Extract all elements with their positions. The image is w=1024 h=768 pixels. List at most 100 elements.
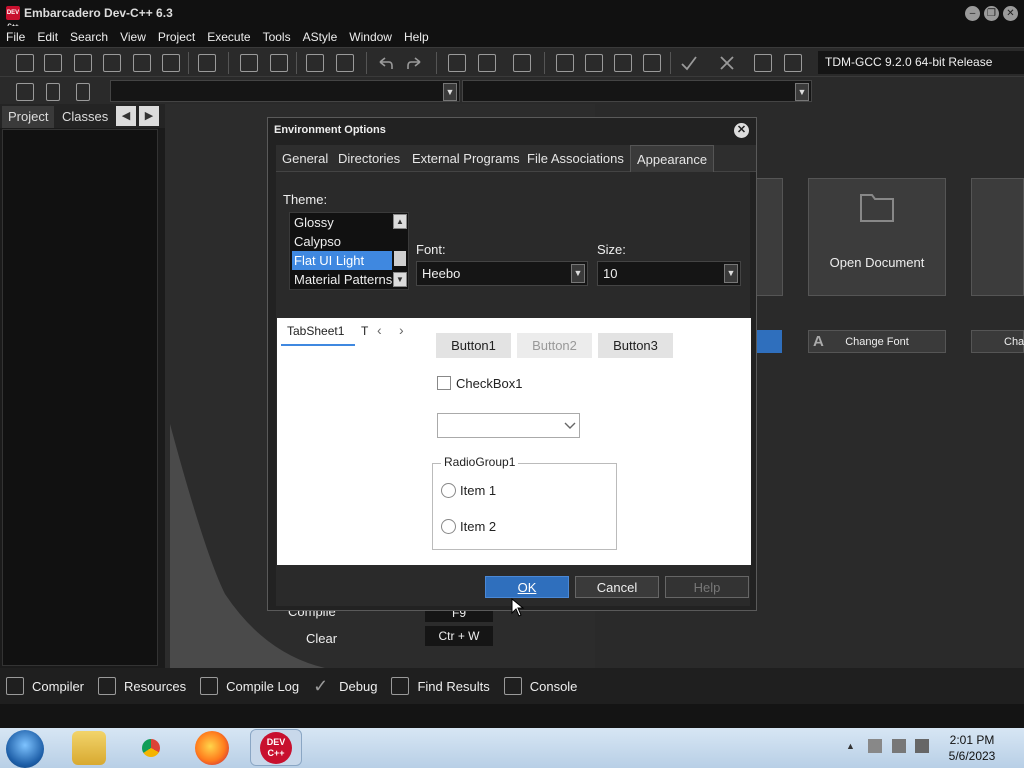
close-all-icon[interactable] <box>162 54 180 72</box>
minimize-button[interactable]: – <box>965 6 980 21</box>
replace-icon[interactable] <box>270 54 288 72</box>
menu-execute[interactable]: Execute <box>201 30 256 44</box>
tab-general[interactable]: General <box>276 145 334 172</box>
theme-item[interactable]: Glossy <box>294 213 394 232</box>
preview-combobox[interactable] <box>437 413 580 438</box>
menu-search[interactable]: Search <box>64 30 114 44</box>
new-project-icon[interactable] <box>448 54 466 72</box>
network-icon[interactable] <box>892 739 906 753</box>
goto-icon[interactable] <box>16 83 34 101</box>
comment-icon[interactable] <box>513 54 531 72</box>
menu-window[interactable]: Window <box>343 30 398 44</box>
profile-icon[interactable] <box>754 54 772 72</box>
menu-edit[interactable]: Edit <box>31 30 64 44</box>
new-file-icon[interactable] <box>16 54 34 72</box>
stop-execution-icon[interactable] <box>718 54 736 72</box>
theme-listbox[interactable]: Glossy Calypso Flat UI Light Material Pa… <box>289 212 409 290</box>
scroll-up-icon[interactable]: ▲ <box>393 214 407 229</box>
save-icon[interactable] <box>74 54 92 72</box>
open-document-tile[interactable]: Open Document <box>808 178 946 296</box>
restore-button[interactable]: ❐ <box>984 6 999 21</box>
project-tree[interactable] <box>2 129 158 666</box>
tab-scroll-right-icon[interactable]: ▶ <box>139 106 159 126</box>
tab-file-associations[interactable]: File Associations <box>521 145 630 172</box>
chevron-down-icon[interactable]: ▼ <box>795 83 809 101</box>
compiler-select[interactable]: TDM-GCC 9.2.0 64-bit Release <box>818 51 1024 74</box>
ok-button[interactable]: OK <box>485 576 569 598</box>
menu-astyle[interactable]: AStyle <box>297 30 344 44</box>
run-icon[interactable] <box>585 54 603 72</box>
chrome-icon[interactable] <box>134 731 168 765</box>
start-button[interactable] <box>6 730 44 768</box>
theme-item-selected[interactable]: Flat UI Light <box>292 251 392 270</box>
tab-console[interactable]: Console <box>498 668 586 704</box>
chevron-down-icon[interactable]: ▼ <box>724 264 738 283</box>
menu-tools[interactable]: Tools <box>257 30 297 44</box>
bookmark-icon[interactable] <box>46 83 60 101</box>
menu-project[interactable]: Project <box>152 30 201 44</box>
chevron-left-icon[interactable]: ‹ <box>377 322 382 338</box>
font-select[interactable]: Heebo ▼ <box>416 261 588 286</box>
unindent-icon[interactable] <box>336 54 354 72</box>
syntax-check-icon[interactable] <box>680 54 698 72</box>
volume-icon[interactable] <box>915 739 929 753</box>
tab-debug[interactable]: ✓ Debug <box>307 668 385 704</box>
redo-icon[interactable] <box>406 54 424 72</box>
indent-icon[interactable] <box>306 54 324 72</box>
welcome-partial-button[interactable]: Cha <box>971 330 1024 353</box>
welcome-tile-right-partial[interactable] <box>971 178 1024 296</box>
tab-find-results[interactable]: Find Results <box>385 668 497 704</box>
radio-item2[interactable] <box>441 519 456 534</box>
chevron-down-icon[interactable]: ▼ <box>443 83 457 101</box>
tab-directories[interactable]: Directories <box>332 145 406 172</box>
preview-button1[interactable]: Button1 <box>436 333 511 358</box>
tab-classes[interactable]: Classes <box>56 106 114 128</box>
preview-tabsheet[interactable]: TabSheet1 <box>287 324 344 338</box>
bookmark-toggle-icon[interactable] <box>76 83 90 101</box>
compile-icon[interactable] <box>556 54 574 72</box>
tab-scroll-left-icon[interactable]: ◀ <box>116 106 136 126</box>
theme-item[interactable]: Calypso <box>294 232 394 251</box>
menu-help[interactable]: Help <box>398 30 435 44</box>
open-file-icon[interactable] <box>44 54 62 72</box>
theme-item[interactable]: Material Patterns <box>294 270 394 289</box>
save-all-icon[interactable] <box>103 54 121 72</box>
function-combo[interactable]: ▼ <box>462 80 812 102</box>
undo-icon[interactable] <box>376 54 394 72</box>
tab-project[interactable]: Project <box>2 106 55 128</box>
preview-checkbox[interactable] <box>437 376 451 390</box>
remove-file-icon[interactable] <box>478 54 496 72</box>
preview-button3[interactable]: Button3 <box>598 333 673 358</box>
tab-external-programs[interactable]: External Programs <box>406 145 526 172</box>
change-font-button[interactable]: A Change Font <box>808 330 946 353</box>
menu-file[interactable]: File <box>0 30 31 44</box>
system-clock[interactable]: 2:01 PM 5/6/2023 <box>944 732 1000 764</box>
delete-profile-icon[interactable] <box>784 54 802 72</box>
tab-appearance[interactable]: Appearance <box>630 145 715 172</box>
print-icon[interactable] <box>198 54 216 72</box>
preview-tab-partial[interactable]: T <box>361 324 368 338</box>
scroll-thumb[interactable] <box>394 251 406 266</box>
cancel-button[interactable]: Cancel <box>575 576 659 598</box>
find-icon[interactable] <box>240 54 258 72</box>
class-combo[interactable]: ▼ <box>110 80 460 102</box>
scroll-down-icon[interactable]: ▼ <box>393 272 407 287</box>
radio-item1[interactable] <box>441 483 456 498</box>
show-hidden-icons[interactable]: ▲ <box>846 741 855 751</box>
close-file-icon[interactable] <box>133 54 151 72</box>
tab-resources[interactable]: Resources <box>92 668 194 704</box>
chevron-down-icon[interactable]: ▼ <box>571 264 585 283</box>
firefox-icon[interactable] <box>195 731 229 765</box>
tab-compile-log[interactable]: Compile Log <box>194 668 307 704</box>
action-center-icon[interactable] <box>868 739 882 753</box>
menu-view[interactable]: View <box>114 30 152 44</box>
devcpp-taskbar-button[interactable]: DEV C++ <box>250 729 302 766</box>
file-explorer-icon[interactable] <box>72 731 106 765</box>
chevron-right-icon[interactable]: › <box>399 322 404 338</box>
tab-compiler[interactable]: Compiler <box>0 668 92 704</box>
rebuild-all-icon[interactable] <box>643 54 661 72</box>
close-window-button[interactable]: ✕ <box>1003 6 1018 21</box>
size-select[interactable]: 10 ▼ <box>597 261 741 286</box>
compile-run-icon[interactable] <box>614 54 632 72</box>
dialog-close-icon[interactable]: ✕ <box>734 123 749 138</box>
